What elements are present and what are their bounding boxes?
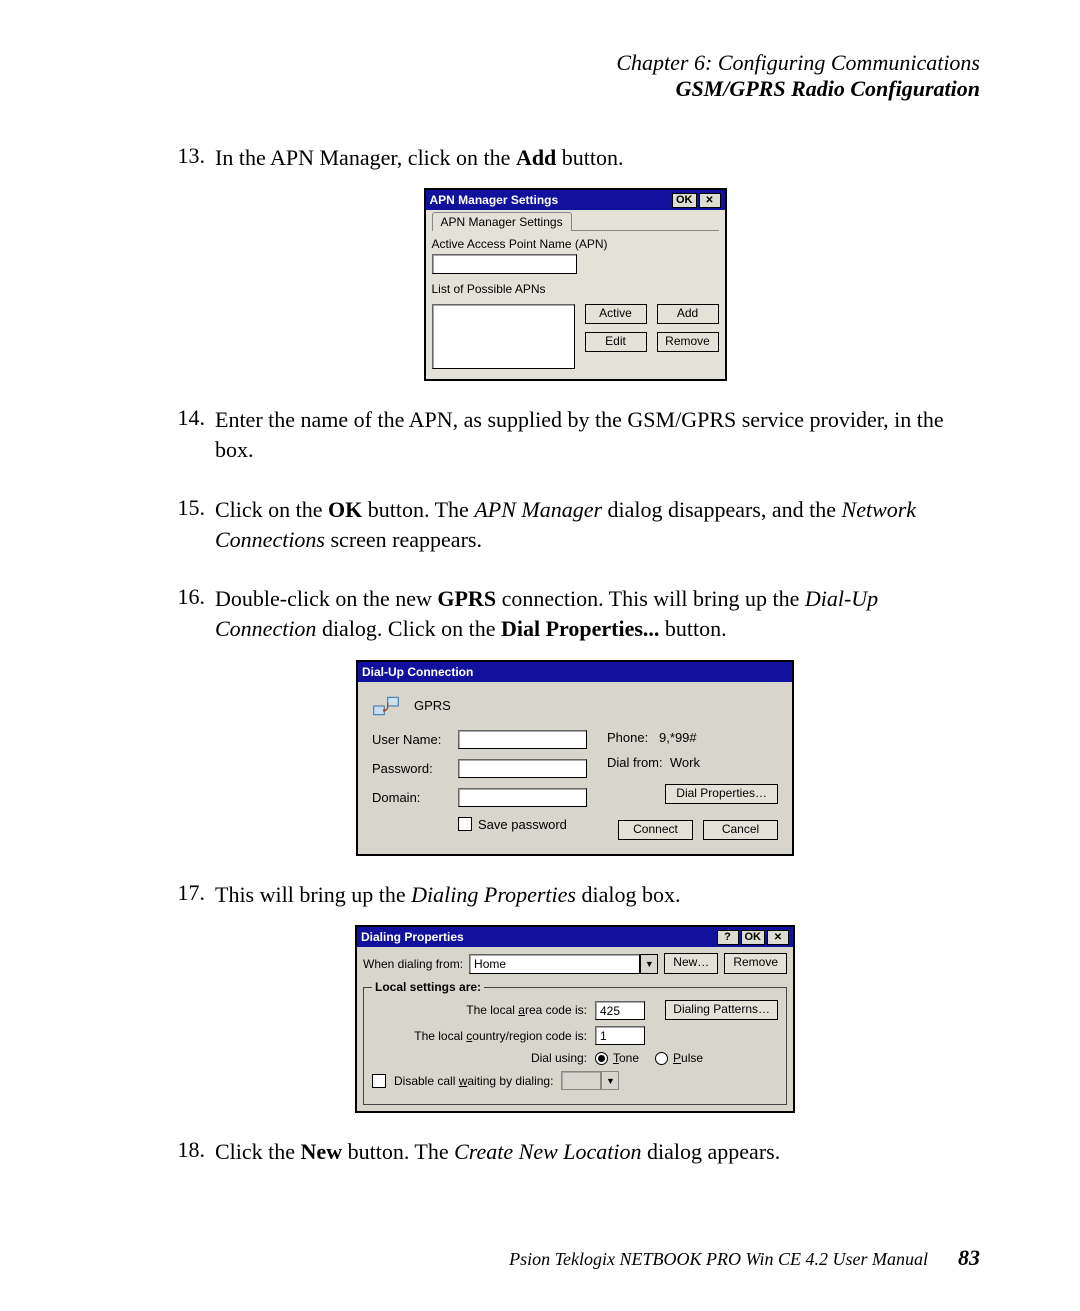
- apn-manager-dialog: APN Manager Settings OK APN Manager Sett…: [424, 188, 727, 381]
- pulse-label: Pulse: [673, 1051, 703, 1065]
- step-16: 16. Double-click on the new GPRS connect…: [170, 584, 980, 643]
- step-17: 17. This will bring up the Dialing Prope…: [170, 880, 980, 910]
- disable-callwaiting-checkbox[interactable]: [372, 1074, 386, 1088]
- dial-properties-button[interactable]: Dial Properties…: [665, 784, 778, 804]
- country-code-label: The local country/region code is:: [372, 1029, 587, 1043]
- dropdown-arrow-icon[interactable]: ▼: [640, 954, 658, 974]
- apn-titlebar: APN Manager Settings OK: [426, 190, 725, 210]
- step-number: 15.: [170, 495, 215, 554]
- dial-up-dialog: Dial-Up Connection GPRS User Name:: [356, 660, 794, 856]
- area-code-input[interactable]: 425: [595, 1001, 645, 1020]
- active-apn-input[interactable]: [432, 254, 577, 274]
- step-text: This will bring up the Dialing Propertie…: [215, 880, 980, 910]
- step-text: Enter the name of the APN, as supplied b…: [215, 405, 980, 464]
- dp-title: Dialing Properties: [361, 930, 717, 944]
- disable-callwaiting-label: Disable call waiting by dialing:: [394, 1074, 553, 1088]
- dropdown-arrow-icon[interactable]: ▼: [601, 1071, 619, 1090]
- save-password-label: Save password: [478, 817, 567, 832]
- step-text: Click on the OK button. The APN Manager …: [215, 495, 980, 554]
- step-number: 16.: [170, 584, 215, 643]
- dp-close-button[interactable]: [767, 930, 789, 945]
- step-number: 14.: [170, 405, 215, 464]
- page-header: Chapter 6: Configuring Communications GS…: [170, 50, 980, 103]
- dial-title: Dial-Up Connection: [362, 665, 788, 679]
- apn-add-button[interactable]: Add: [657, 304, 719, 324]
- step-18: 18. Click the New button. The Create New…: [170, 1137, 980, 1167]
- chapter-title: Chapter 6: Configuring Communications: [170, 50, 980, 76]
- tone-label: Tone: [613, 1051, 639, 1065]
- callwaiting-select[interactable]: ▼: [561, 1071, 619, 1090]
- when-dialing-label: When dialing from:: [363, 957, 463, 971]
- dialfrom-value: Work: [670, 755, 700, 770]
- pulse-radio[interactable]: [655, 1052, 668, 1065]
- step-text: In the APN Manager, click on the Add but…: [215, 143, 980, 173]
- dp-titlebar: Dialing Properties ? OK: [357, 927, 793, 947]
- location-value: Home: [469, 954, 640, 974]
- dial-titlebar: Dial-Up Connection: [358, 662, 792, 682]
- new-location-button[interactable]: New…: [664, 953, 718, 974]
- dialing-patterns-button[interactable]: Dialing Patterns…: [665, 1000, 778, 1020]
- step-number: 13.: [170, 143, 215, 173]
- remove-location-button[interactable]: Remove: [724, 953, 787, 974]
- apn-listbox[interactable]: [432, 304, 575, 369]
- apn-close-button[interactable]: [699, 193, 721, 208]
- area-code-label: The local area code is:: [372, 1003, 587, 1017]
- page-number: 83: [958, 1245, 980, 1271]
- username-label: User Name:: [372, 732, 450, 747]
- password-label: Password:: [372, 761, 450, 776]
- dial-using-label: Dial using:: [372, 1051, 587, 1065]
- domain-input[interactable]: [458, 788, 587, 807]
- apn-active-button[interactable]: Active: [585, 304, 647, 324]
- footer-text: Psion Teklogix NETBOOK PRO Win CE 4.2 Us…: [509, 1249, 928, 1270]
- phone-value: 9,*99#: [659, 730, 697, 745]
- step-15: 15. Click on the OK button. The APN Mana…: [170, 495, 980, 554]
- section-title: GSM/GPRS Radio Configuration: [170, 76, 980, 102]
- phone-label: Phone:: [607, 730, 648, 745]
- local-settings-group: Local settings are: The local area code …: [363, 980, 787, 1105]
- dialfrom-label: Dial from:: [607, 755, 663, 770]
- apn-edit-button[interactable]: Edit: [585, 332, 647, 352]
- connect-button[interactable]: Connect: [618, 820, 693, 840]
- page-footer: Psion Teklogix NETBOOK PRO Win CE 4.2 Us…: [509, 1245, 980, 1271]
- apn-ok-button[interactable]: OK: [672, 193, 697, 208]
- username-input[interactable]: [458, 730, 587, 749]
- tone-radio[interactable]: [595, 1052, 608, 1065]
- location-select[interactable]: Home ▼: [469, 954, 658, 974]
- step-14: 14. Enter the name of the APN, as suppli…: [170, 405, 980, 464]
- dp-ok-button[interactable]: OK: [741, 930, 766, 945]
- step-13: 13. In the APN Manager, click on the Add…: [170, 143, 980, 173]
- step-number: 18.: [170, 1137, 215, 1167]
- apn-tab[interactable]: APN Manager Settings: [432, 212, 572, 231]
- step-number: 17.: [170, 880, 215, 910]
- dialing-properties-dialog: Dialing Properties ? OK When dialing fro…: [355, 925, 795, 1113]
- country-code-input[interactable]: 1: [595, 1026, 645, 1045]
- connection-name: GPRS: [414, 698, 451, 713]
- step-text: Double-click on the new GPRS connection.…: [215, 584, 980, 643]
- local-settings-legend: Local settings are:: [372, 980, 484, 994]
- active-apn-label: Active Access Point Name (APN): [432, 237, 719, 251]
- step-text: Click the New button. The Create New Loc…: [215, 1137, 980, 1167]
- apn-remove-button[interactable]: Remove: [657, 332, 719, 352]
- cancel-button[interactable]: Cancel: [703, 820, 778, 840]
- connection-icon: [372, 692, 400, 720]
- dp-help-button[interactable]: ?: [717, 930, 739, 945]
- apn-list-label: List of Possible APNs: [432, 282, 719, 296]
- apn-title: APN Manager Settings: [430, 193, 673, 207]
- password-input[interactable]: [458, 759, 587, 778]
- save-password-checkbox[interactable]: [458, 817, 472, 831]
- domain-label: Domain:: [372, 790, 450, 805]
